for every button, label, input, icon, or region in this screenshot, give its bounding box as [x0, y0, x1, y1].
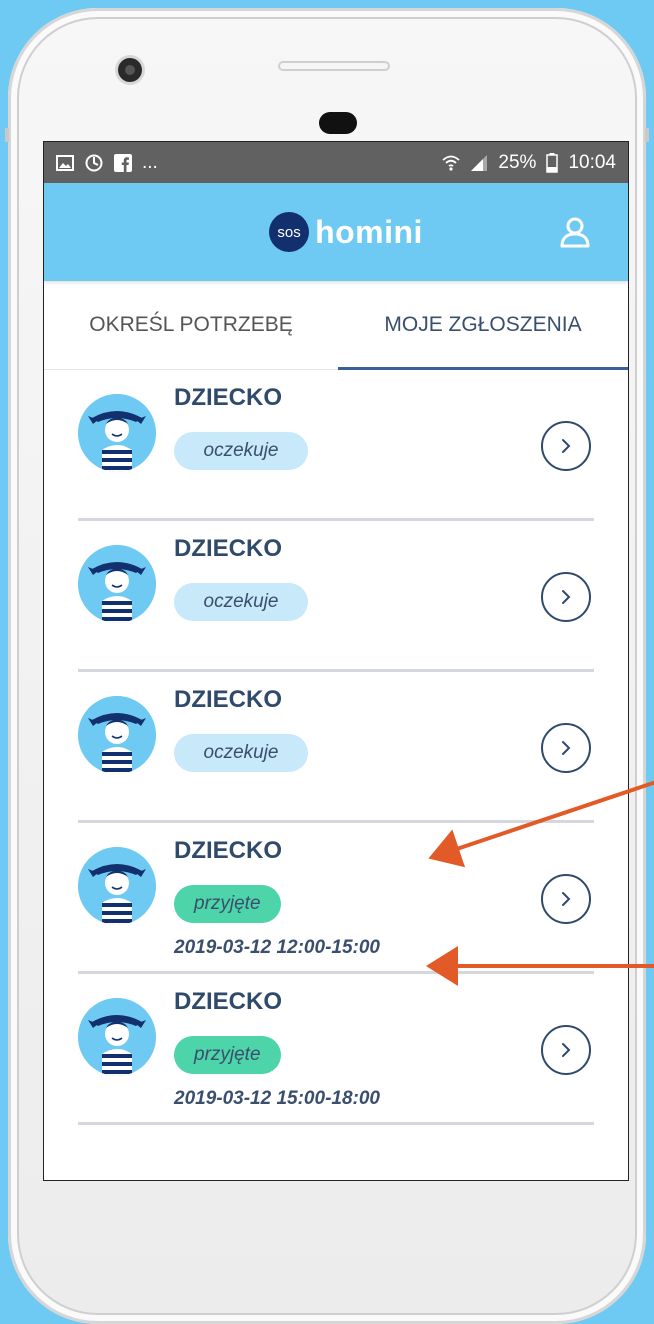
logo-wordmark: homini — [315, 213, 423, 250]
battery-icon — [546, 152, 559, 173]
child-avatar-icon — [78, 696, 156, 774]
tab-okresl-potrzebe[interactable]: OKREŚL POTRZEBĘ — [44, 281, 338, 369]
signal-icon — [471, 154, 488, 171]
system-indicators: 25% 10:04 — [442, 152, 616, 174]
chevron-right-icon — [541, 572, 591, 622]
child-avatar-icon — [78, 394, 156, 472]
status-badge: oczekuje — [174, 734, 308, 772]
avatar — [78, 696, 156, 774]
request-title: DZIECKO — [174, 384, 282, 411]
list-item[interactable]: DZIECKO oczekuje — [78, 370, 594, 521]
logo-badge: sos — [269, 212, 310, 252]
more-notifications: ... — [142, 151, 158, 173]
wifi-icon — [442, 155, 461, 171]
open-request-button[interactable] — [540, 420, 592, 472]
open-request-button[interactable] — [540, 571, 592, 623]
chevron-right-icon — [541, 1025, 591, 1075]
avatar — [78, 545, 156, 623]
request-title: DZIECKO — [174, 535, 282, 562]
chevron-right-icon — [541, 723, 591, 773]
app-logo: sos homini — [269, 212, 423, 252]
child-avatar-icon — [78, 847, 156, 925]
request-datetime: 2019-03-12 12:00-15:00 — [174, 937, 380, 958]
app-header: sos homini — [44, 183, 628, 281]
app-screen: ... 25% 10:04 sos homini OKREŚL POTRZEBĘ… — [43, 141, 629, 1181]
status-badge: oczekuje — [174, 583, 308, 621]
side-button — [645, 128, 649, 142]
front-camera — [118, 58, 142, 82]
open-request-button[interactable] — [540, 722, 592, 774]
request-title: DZIECKO — [174, 686, 282, 713]
image-icon — [56, 154, 74, 171]
status-bar: ... 25% 10:04 — [44, 142, 628, 183]
proximity-sensor — [319, 112, 357, 134]
open-request-button[interactable] — [540, 873, 592, 925]
earpiece-speaker — [278, 61, 390, 71]
child-avatar-icon — [78, 545, 156, 623]
avatar — [78, 847, 156, 925]
user-icon — [560, 217, 590, 248]
clock: 10:04 — [568, 151, 616, 173]
request-title: DZIECKO — [174, 837, 282, 864]
request-title: DZIECKO — [174, 988, 282, 1015]
avatar — [78, 998, 156, 1076]
profile-button[interactable] — [558, 215, 592, 249]
chevron-right-icon — [541, 874, 591, 924]
tab-moje-zgloszenia[interactable]: MOJE ZGŁOSZENIA — [338, 281, 628, 370]
chevron-right-icon — [541, 421, 591, 471]
list-item[interactable]: DZIECKO przyjęte 2019-03-12 15:00-18:00 — [78, 974, 594, 1125]
child-avatar-icon — [78, 998, 156, 1076]
request-datetime: 2019-03-12 15:00-18:00 — [174, 1088, 380, 1109]
list-item[interactable]: DZIECKO oczekuje — [78, 672, 594, 823]
status-badge: przyjęte — [174, 885, 281, 923]
sync-icon — [85, 154, 103, 171]
tab-bar: OKREŚL POTRZEBĘ MOJE ZGŁOSZENIA — [44, 281, 628, 370]
status-badge: przyjęte — [174, 1036, 281, 1074]
battery-percent: 25% — [498, 151, 537, 173]
status-badge: oczekuje — [174, 432, 308, 470]
list-item[interactable]: DZIECKO oczekuje — [78, 521, 594, 672]
side-button — [5, 128, 9, 142]
notification-icons: ... — [56, 152, 158, 174]
requests-list: DZIECKO oczekuje DZIECKO oczekuje DZIECKO o… — [44, 370, 628, 1125]
avatar — [78, 394, 156, 472]
list-item[interactable]: DZIECKO przyjęte 2019-03-12 12:00-15:00 — [78, 823, 594, 974]
open-request-button[interactable] — [540, 1024, 592, 1076]
facebook-icon — [114, 153, 132, 172]
